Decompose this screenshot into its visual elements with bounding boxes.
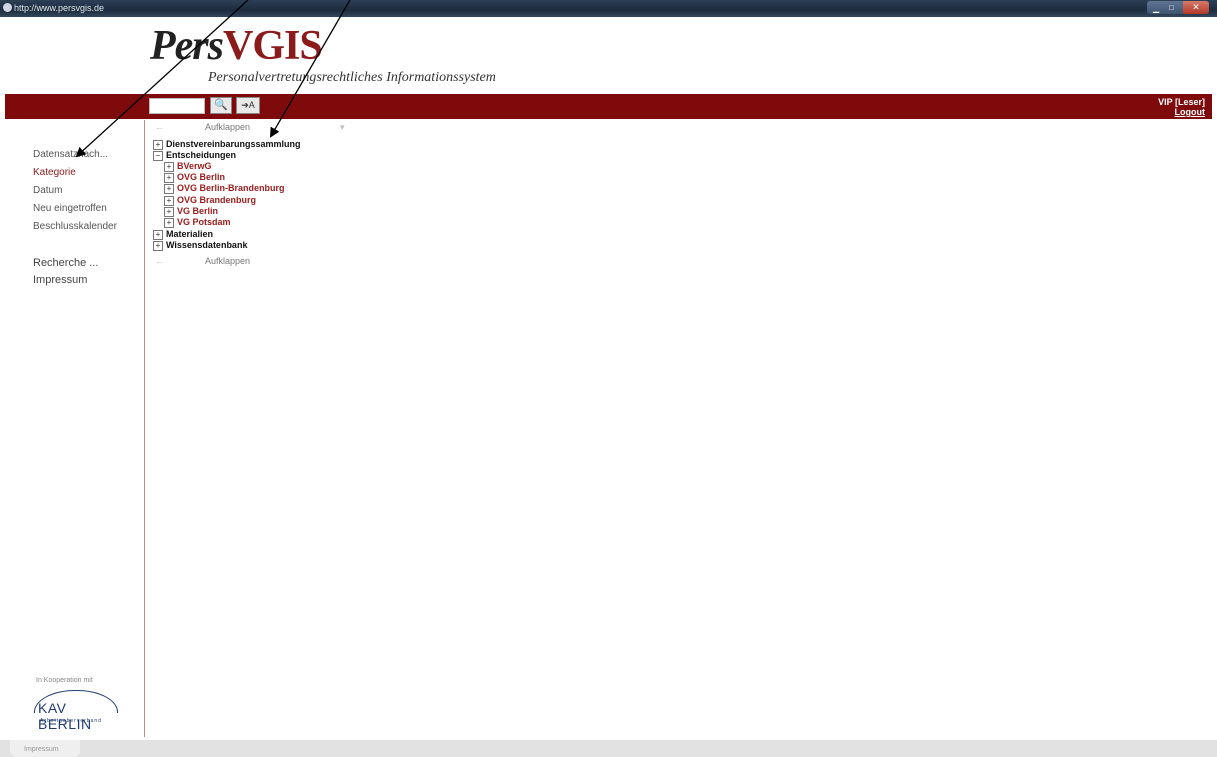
partner-logo[interactable]: KAV BERLIN Arbeitgeberverband [34,690,120,732]
tree-node[interactable]: + Wissensdatenbank [153,240,247,251]
app-logo: PersVGIS [150,22,323,70]
minimize-icon[interactable]: ▁ [1153,4,1159,13]
expand-icon[interactable]: + [164,172,174,183]
cooperation-text: In Kooperation mit [36,677,93,684]
goto-icon: ➔A [241,100,255,110]
logo-vgis: VGIS [223,23,323,69]
logo-pers: Pers [150,23,224,69]
tree-toolbar-top: ← Aufklappen ▾ [155,122,455,134]
tree-toolbar-bottom: ← Aufklappen [155,256,385,268]
toolbar-prev-icon: ← [155,256,164,266]
sidebar-item-datensatz[interactable]: Datensatznach... [33,149,108,160]
expand-icon[interactable]: + [164,195,174,206]
tree-child-node[interactable]: + OVG Berlin-Brandenburg [164,183,285,194]
expand-icon[interactable]: + [153,229,163,240]
collapse-icon[interactable]: − [153,150,163,161]
maximize-icon[interactable]: □ [1169,3,1174,12]
expand-icon[interactable]: + [153,139,163,150]
window-controls: ▁ □ ✕ [1147,1,1209,14]
tree-node[interactable]: − Entscheidungen [153,150,236,161]
sidebar-item-recherche[interactable]: Recherche ... [33,257,98,269]
favicon-icon [3,3,12,12]
sidebar-item-neu-eingetroffen[interactable]: Neu eingetroffen [33,203,107,214]
tree-node-label[interactable]: Entscheidungen [166,150,236,160]
tree-node[interactable]: + Dienstvereinbarungssammlung [153,139,301,150]
toolbar-prev-icon: ← [155,122,164,132]
search-button[interactable]: 🔍 [210,97,232,114]
tree-node-label[interactable]: VG Berlin [177,206,218,216]
expand-all-button-top[interactable]: Aufklappen [205,122,250,132]
close-icon[interactable]: ✕ [1183,1,1209,14]
tree-node-label[interactable]: Dienstvereinbarungssammlung [166,139,301,149]
window-url: http://www.persvgis.de [14,3,105,13]
tree-child-node[interactable]: + VG Potsdam [164,217,231,228]
app-subtitle: Personalvertretungsrechtliches Informati… [208,70,496,85]
goto-button[interactable]: ➔A [236,97,260,114]
expand-icon[interactable]: + [164,161,174,172]
expand-icon[interactable]: + [153,240,163,251]
browser-status-bar: Impressum [0,740,1217,757]
sidebar-item-impressum[interactable]: Impressum [33,274,87,286]
tree-node[interactable]: + Materialien [153,229,213,240]
tree-node-label[interactable]: OVG Brandenburg [177,195,256,205]
tree-child-node[interactable]: + BVerwG [164,161,212,172]
expand-icon[interactable]: + [164,183,174,194]
status-impressum[interactable]: Impressum [24,746,59,753]
search-icon: 🔍 [214,99,228,111]
toolbar-more-icon: ▾ [340,122,345,132]
browser-title-bar: http://www.persvgis.de ▁ □ ✕ [0,0,1217,17]
tree-node-label[interactable]: Wissensdatenbank [166,240,247,250]
partner-logo-name: KAV BERLIN [38,700,92,732]
tree-child-node[interactable]: + OVG Berlin [164,172,225,183]
sidebar-item-beschlusskalender[interactable]: Beschlusskalender [33,221,117,232]
logout-link[interactable]: Logout [1175,107,1206,117]
tree-node-label[interactable]: OVG Berlin-Brandenburg [177,183,285,193]
sidebar-divider [144,120,145,737]
tree-node-label[interactable]: VG Potsdam [177,217,231,227]
user-label: VIP [Leser] [1158,97,1205,107]
expand-icon[interactable]: + [164,206,174,217]
partner-logo-sub: Arbeitgeberverband [40,718,102,724]
tree-node-label[interactable]: Materialien [166,229,213,239]
tree-child-node[interactable]: + OVG Brandenburg [164,195,256,206]
search-input[interactable] [149,98,205,114]
tree-node-label[interactable]: BVerwG [177,161,212,171]
expand-icon[interactable]: + [164,217,174,228]
tree-node-label[interactable]: OVG Berlin [177,172,225,182]
sidebar-item-kategorie[interactable]: Kategorie [33,167,76,178]
sidebar-item-datum[interactable]: Datum [33,185,62,196]
expand-all-button-bottom[interactable]: Aufklappen [205,256,250,266]
tree-child-node[interactable]: + VG Berlin [164,206,218,217]
